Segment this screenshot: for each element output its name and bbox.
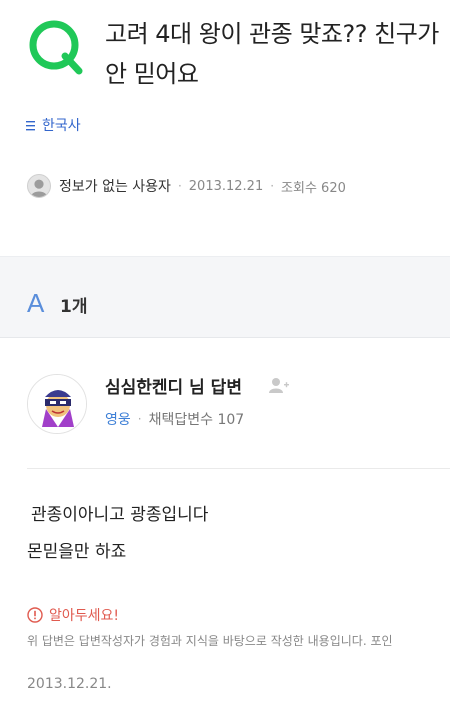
- answerer-suffix: 님 답변: [183, 378, 242, 398]
- category-label: 한국사: [42, 118, 81, 134]
- notice-title-text: 알아두세요!: [49, 608, 120, 624]
- question-author[interactable]: 정보가 없는 사용자: [59, 176, 171, 196]
- separator-dot: ·: [137, 412, 142, 426]
- answerer-meta: 영웅 · 채택답변수 107: [105, 409, 244, 429]
- answer-a-badge: A: [27, 288, 45, 318]
- answerer-avatar[interactable]: [27, 374, 87, 434]
- answerer-name[interactable]: 심심한켄디 님 답변: [105, 373, 242, 398]
- category-link[interactable]: 한국사: [26, 115, 81, 135]
- separator-dot: ·: [270, 179, 275, 193]
- question-q-icon: [27, 18, 87, 78]
- answerer-nickname: 심심한켄디: [105, 378, 184, 398]
- answer-divider: [27, 468, 450, 469]
- notice-body: 위 답변은 답변작성자가 경험과 지식을 바탕으로 작성한 내용입니다. 포인: [27, 634, 393, 648]
- notice-title: 알아두세요!: [27, 605, 119, 625]
- answer-date: 2013.12.21.: [27, 676, 112, 692]
- question-title: 고려 4대 왕이 관종 맞죠?? 친구가 안 믿어요: [105, 20, 439, 88]
- question-author-row: 정보가 없는 사용자 · 2013.12.21 · 조회수 620: [27, 174, 346, 198]
- separator-dot: ·: [177, 179, 182, 193]
- answerer-rank[interactable]: 영웅: [105, 409, 131, 429]
- answer-count: 1개: [60, 297, 88, 317]
- answer-text-line: 관종이아니고 광종입니다: [31, 505, 209, 525]
- follow-user-icon[interactable]: [268, 376, 290, 394]
- alert-icon: [27, 607, 43, 623]
- category-list-icon: [26, 120, 36, 131]
- user-avatar-icon: [27, 174, 51, 198]
- question-views: 조회수 620: [281, 180, 346, 196]
- adopted-count: 채택답변수 107: [148, 412, 245, 428]
- question-date: 2013.12.21: [188, 178, 264, 194]
- answer-text-line: 몬믿을만 하죠: [27, 542, 127, 562]
